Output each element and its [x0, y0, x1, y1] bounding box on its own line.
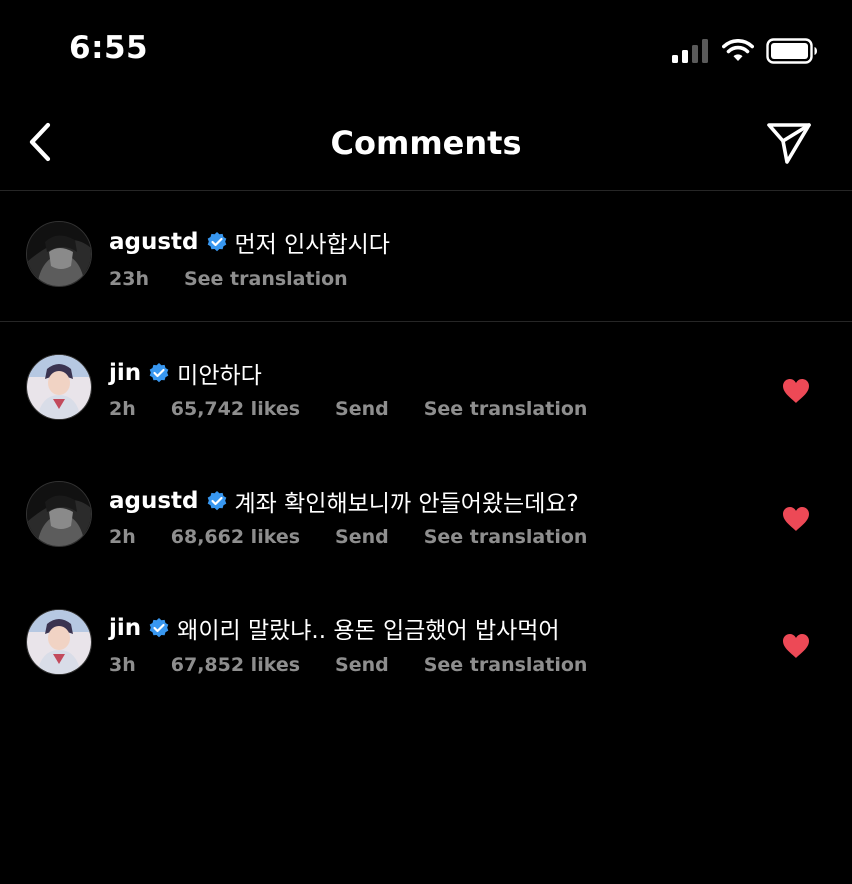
cellular-signal-icon [672, 39, 710, 67]
comment-text: 계좌 확인해보니까 안들어왔는데요? [234, 491, 579, 517]
status-bar: 6:55 [0, 0, 852, 100]
verified-badge-icon [206, 490, 228, 512]
post-caption: agustd 먼저 인사합시다 23h See translation [0, 191, 852, 322]
nav-bar: Comments [0, 100, 852, 191]
share-button[interactable] [764, 120, 814, 170]
caption-username[interactable]: agustd [109, 229, 199, 255]
status-icons [672, 38, 818, 68]
see-translation-link[interactable]: See translation [424, 654, 588, 676]
comment-time: 3h [109, 654, 136, 676]
likes-count[interactable]: 65,742 likes [171, 398, 300, 420]
like-button[interactable] [782, 378, 810, 404]
like-button[interactable] [782, 633, 810, 659]
comment-text: 왜이리 말랐냐.. 용돈 입금했어 밥사먹어 [177, 618, 560, 644]
like-button[interactable] [782, 506, 810, 532]
comment-meta: 2h 65,742 likes Send See translation [109, 398, 622, 420]
see-translation-link[interactable]: See translation [424, 526, 588, 548]
comment-item: jin 미안하다 2h 65,742 likes Send See transl… [0, 322, 852, 432]
avatar-agustd[interactable] [26, 221, 92, 287]
send-link[interactable]: Send [335, 398, 389, 420]
heart-filled-icon [783, 379, 809, 403]
comment-item: agustd 계좌 확인해보니까 안들어왔는데요? 2h 68,662 like… [0, 450, 852, 560]
verified-badge-icon [206, 231, 228, 253]
likes-count[interactable]: 67,852 likes [171, 654, 300, 676]
comment-time: 2h [109, 398, 136, 420]
comment-username[interactable]: jin [109, 360, 141, 386]
paper-plane-icon [766, 121, 812, 169]
avatar-jin[interactable] [26, 354, 92, 420]
comment-username[interactable]: jin [109, 615, 141, 641]
see-translation-link[interactable]: See translation [424, 398, 588, 420]
verified-badge-icon [148, 362, 170, 384]
comment-text-line: jin 왜이리 말랐냐.. 용돈 입금했어 밥사먹어 [109, 611, 560, 645]
likes-count[interactable]: 68,662 likes [171, 526, 300, 548]
avatar-agustd[interactable] [26, 481, 92, 547]
page-title: Comments [330, 124, 522, 162]
comment-text-line: jin 미안하다 [109, 356, 262, 390]
comment-meta: 2h 68,662 likes Send See translation [109, 526, 622, 548]
caption-text: 먼저 인사합시다 [234, 232, 390, 258]
comment-time: 2h [109, 526, 136, 548]
caption-time: 23h [109, 268, 149, 290]
status-time: 6:55 [69, 30, 149, 66]
comment-username[interactable]: agustd [109, 488, 199, 514]
see-translation-link[interactable]: See translation [184, 268, 348, 290]
send-link[interactable]: Send [335, 654, 389, 676]
comment-text-line: agustd 계좌 확인해보니까 안들어왔는데요? [109, 484, 579, 518]
comment-meta: 3h 67,852 likes Send See translation [109, 654, 622, 676]
verified-badge-icon [148, 617, 170, 639]
caption-meta: 23h See translation [109, 268, 383, 290]
comment-item: jin 왜이리 말랐냐.. 용돈 입금했어 밥사먹어 3h 67,852 lik… [0, 578, 852, 688]
heart-filled-icon [783, 634, 809, 658]
caption-text-line: agustd 먼저 인사합시다 [109, 225, 390, 259]
comment-text: 미안하다 [177, 363, 262, 389]
send-link[interactable]: Send [335, 526, 389, 548]
heart-filled-icon [783, 507, 809, 531]
battery-icon [766, 38, 818, 68]
wifi-icon [722, 39, 754, 67]
avatar-jin[interactable] [26, 609, 92, 675]
